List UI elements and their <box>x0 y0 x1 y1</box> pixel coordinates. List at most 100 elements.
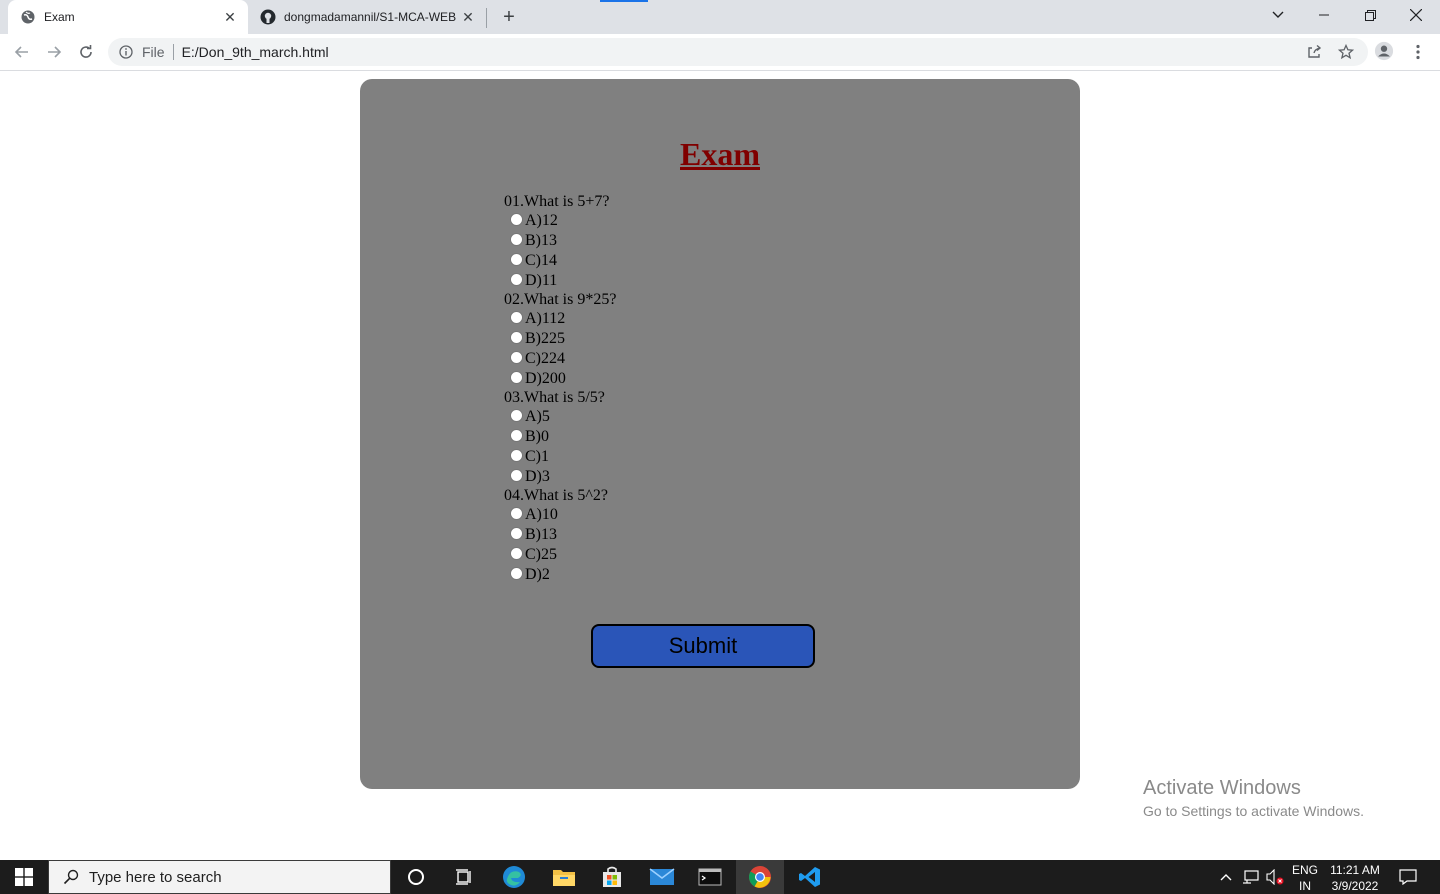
question-1-option-d[interactable]: D)11 <box>504 271 616 291</box>
radio-button[interactable] <box>510 506 523 520</box>
globe-icon <box>20 9 36 25</box>
option-label: C)14 <box>525 252 557 269</box>
chrome-taskbar-button[interactable] <box>736 860 784 894</box>
github-icon <box>260 9 276 25</box>
radio-button[interactable] <box>510 212 523 226</box>
close-window-button[interactable] <box>1393 0 1439 30</box>
edge-taskbar-button[interactable] <box>490 860 538 894</box>
network-button[interactable] <box>1240 860 1262 894</box>
search-placeholder: Type here to search <box>89 868 222 886</box>
taskbar-search-box[interactable]: Type here to search <box>48 860 391 894</box>
radio-button[interactable] <box>510 370 523 384</box>
radio-button[interactable] <box>510 252 523 266</box>
language-indicator[interactable]: ENG IN <box>1290 862 1320 894</box>
back-button[interactable] <box>8 38 36 66</box>
option-label: D)3 <box>525 468 550 485</box>
radio-button[interactable] <box>510 350 523 364</box>
tab-github[interactable]: dongmadamannil/S1-MCA-WEB ✕ <box>248 0 486 34</box>
question-2-option-a[interactable]: A)112 <box>504 309 616 329</box>
close-icon[interactable]: ✕ <box>458 7 478 27</box>
option-label: A)112 <box>525 310 566 327</box>
tab-separator <box>486 8 487 28</box>
question-2-text: 02.What is 9*25? <box>504 291 617 308</box>
restore-button[interactable] <box>1347 0 1393 30</box>
menu-button[interactable] <box>1408 42 1428 62</box>
cortana-icon <box>408 869 424 885</box>
terminal-button[interactable] <box>686 860 734 894</box>
volume-button[interactable] <box>1264 860 1286 894</box>
mail-button[interactable] <box>638 860 686 894</box>
radio-button[interactable] <box>510 310 523 324</box>
close-icon <box>1410 9 1422 21</box>
question-3-option-b[interactable]: B)0 <box>504 427 616 447</box>
start-button[interactable] <box>0 860 48 894</box>
vscode-icon <box>799 867 820 887</box>
question-4-option-b[interactable]: B)13 <box>504 525 616 545</box>
cortana-button[interactable] <box>392 860 440 894</box>
submit-button[interactable]: Submit <box>591 624 815 668</box>
reload-icon <box>80 45 92 58</box>
radio-button[interactable] <box>510 526 523 540</box>
forward-button[interactable] <box>40 38 68 66</box>
option-label: C)1 <box>525 448 549 465</box>
task-view-button[interactable] <box>440 860 488 894</box>
star-icon[interactable] <box>1336 42 1356 62</box>
question-4-option-d[interactable]: D)2 <box>504 565 616 585</box>
reload-button[interactable] <box>72 38 100 66</box>
share-icon[interactable] <box>1304 42 1324 62</box>
language-code: ENG <box>1291 863 1318 877</box>
system-clock[interactable]: 11:21 AM 3/9/2022 <box>1326 862 1384 894</box>
option-label: A)5 <box>525 408 550 425</box>
clock-time: 11:21 AM <box>1330 863 1380 877</box>
notifications-button[interactable] <box>1396 860 1420 894</box>
clock-date: 3/9/2022 <box>1331 879 1379 893</box>
show-hidden-icons-button[interactable] <box>1216 860 1236 894</box>
option-label: D)2 <box>525 566 550 583</box>
address-bar[interactable]: File E:/Don_9th_march.html <box>108 38 1368 66</box>
new-tab-button[interactable]: + <box>497 5 521 29</box>
question-3-option-c[interactable]: C)1 <box>504 447 616 467</box>
question-1-option-c[interactable]: C)14 <box>504 251 616 271</box>
close-icon[interactable]: ✕ <box>220 7 240 27</box>
question-1-option-b[interactable]: B)13 <box>504 231 616 251</box>
question-1-text: 01.What is 5+7? <box>504 193 610 210</box>
radio-button[interactable] <box>510 468 523 482</box>
tab-exam[interactable]: Exam ✕ <box>8 0 248 34</box>
radio-button[interactable] <box>510 330 523 344</box>
option-label: C)224 <box>525 350 565 367</box>
profile-avatar[interactable] <box>1374 41 1394 61</box>
windows-logo-icon <box>15 868 33 886</box>
url-text[interactable]: E:/Don_9th_march.html <box>182 44 329 60</box>
option-label: B)0 <box>525 428 549 445</box>
option-label: A)10 <box>525 506 558 523</box>
question-2-option-d[interactable]: D)200 <box>504 369 616 389</box>
tab-search-button[interactable] <box>1255 0 1301 30</box>
radio-button[interactable] <box>510 428 523 442</box>
page-viewport: Exam 01.What is 5+7? A)12 B)13 C)14 D)11… <box>0 71 1440 860</box>
minimize-icon <box>1319 14 1329 16</box>
question-1-option-a[interactable]: A)12 <box>504 211 616 231</box>
file-explorer-button[interactable] <box>540 860 588 894</box>
question-4-option-a[interactable]: A)10 <box>504 505 616 525</box>
minimize-button[interactable] <box>1301 0 1347 30</box>
option-label: D)200 <box>525 370 566 387</box>
notification-icon <box>1399 869 1417 885</box>
vscode-button[interactable] <box>786 860 834 894</box>
question-4-option-c[interactable]: C)25 <box>504 545 616 565</box>
chevron-up-icon <box>1220 874 1232 881</box>
option-label: B)13 <box>525 232 557 249</box>
question-3-option-a[interactable]: A)5 <box>504 407 616 427</box>
radio-button[interactable] <box>510 448 523 462</box>
radio-button[interactable] <box>510 566 523 580</box>
info-icon[interactable] <box>118 44 134 60</box>
question-2-option-c[interactable]: C)224 <box>504 349 616 369</box>
store-button[interactable] <box>588 860 636 894</box>
radio-button[interactable] <box>510 232 523 246</box>
question-2-option-b[interactable]: B)225 <box>504 329 616 349</box>
radio-button[interactable] <box>510 408 523 422</box>
store-icon <box>603 866 621 887</box>
radio-button[interactable] <box>510 272 523 286</box>
option-label: B)13 <box>525 526 557 543</box>
radio-button[interactable] <box>510 546 523 560</box>
question-3-option-d[interactable]: D)3 <box>504 467 616 487</box>
